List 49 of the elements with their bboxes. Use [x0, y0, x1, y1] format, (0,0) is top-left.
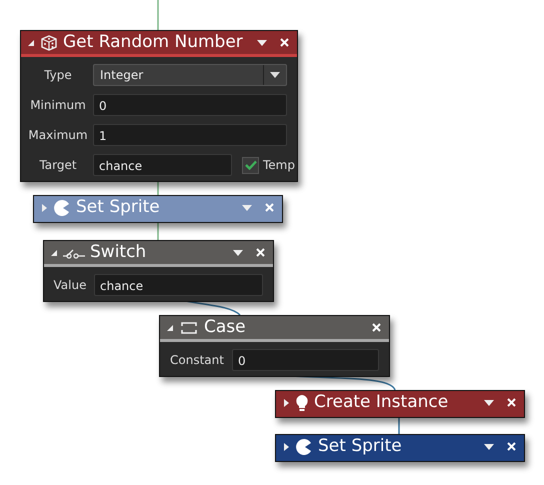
field-label: Type [43, 68, 73, 82]
input-field[interactable]: chance [93, 154, 232, 176]
block-header[interactable]: Switch [44, 241, 273, 267]
block-title: Get Random Number [63, 34, 244, 51]
dropdown-icon[interactable] [233, 250, 243, 256]
block-title: Set Sprite [318, 438, 403, 455]
block-header[interactable]: Case [160, 316, 389, 342]
dropdown-icon[interactable] [257, 40, 267, 46]
switch-icon [63, 246, 85, 258]
field-label: Maximum [27, 128, 89, 142]
input-field[interactable]: 1 [93, 124, 287, 146]
close-icon[interactable] [507, 398, 516, 407]
expand-icon[interactable] [50, 248, 58, 256]
action-block[interactable]: Get Random Number Type Integer Minimum 0 Maximum 1 Target chance Temp [20, 30, 298, 182]
block-title: Switch [90, 244, 148, 261]
block-title: Create Instance [314, 394, 450, 411]
dice-icon [40, 34, 58, 52]
block-header[interactable]: Get Random Number [21, 31, 297, 57]
dropdown-icon[interactable] [484, 400, 494, 406]
close-icon[interactable] [280, 38, 289, 47]
close-icon[interactable] [372, 323, 381, 332]
field-label: Value [52, 278, 88, 292]
expand-icon[interactable] [27, 38, 35, 46]
field-label: Constant [169, 353, 225, 367]
block-title: Set Sprite [76, 199, 161, 216]
dropdown-icon [270, 72, 280, 78]
lightbulb-icon [295, 394, 309, 412]
expand-icon[interactable] [166, 324, 174, 332]
block-header[interactable]: Create Instance [276, 391, 524, 417]
expand-icon[interactable] [282, 442, 290, 450]
type-dropdown[interactable]: Integer [93, 64, 287, 86]
block-title: Case [204, 319, 247, 336]
expand-icon[interactable] [282, 398, 290, 406]
block-header[interactable]: Set Sprite [276, 435, 524, 461]
close-icon[interactable] [256, 248, 265, 257]
action-block[interactable]: Switch Value chance [43, 240, 274, 302]
checkbox-label: Temp [263, 158, 295, 172]
field-label: Minimum [29, 98, 87, 112]
input-field[interactable]: 0 [232, 349, 379, 371]
brackets-icon [179, 320, 199, 336]
pacman-icon [295, 438, 313, 456]
close-icon[interactable] [507, 442, 516, 451]
pacman-icon [53, 198, 71, 216]
action-block[interactable]: Case Constant 0 [159, 315, 390, 377]
input-field[interactable]: chance [94, 274, 263, 296]
input-field[interactable]: 0 [93, 94, 287, 116]
field-label: Target [38, 158, 78, 172]
checkbox[interactable] [242, 156, 259, 174]
dropdown-icon[interactable] [484, 444, 494, 450]
